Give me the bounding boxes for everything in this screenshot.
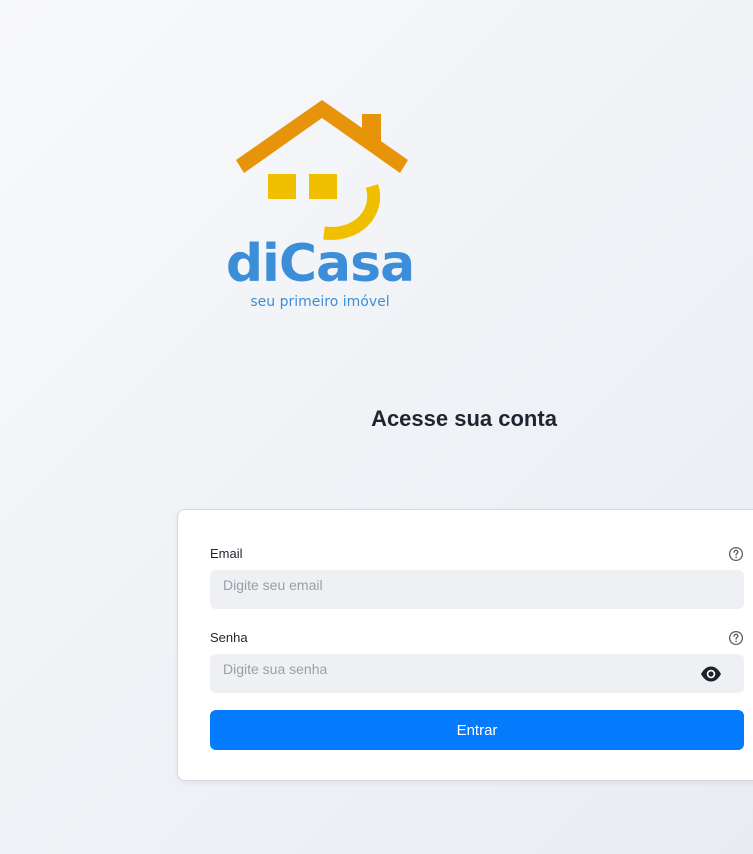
question-circle-icon [728, 546, 744, 562]
password-field[interactable] [210, 654, 744, 693]
show-password-eye-icon[interactable] [700, 665, 722, 683]
page-title: Acesse sua conta [371, 406, 557, 431]
login-form: Email Senha Entrar [177, 509, 753, 781]
email-label: Email [210, 546, 243, 561]
password-label: Senha [210, 630, 248, 645]
question-circle-icon [728, 630, 744, 646]
password-help-icon[interactable] [728, 630, 744, 646]
login-submit-button[interactable]: Entrar [210, 710, 744, 750]
brand-logo: diCasa seu primeiro imóvel [222, 96, 418, 316]
eye-icon [701, 666, 721, 682]
brand-name: diCasa [225, 234, 415, 294]
email-help-icon[interactable] [728, 546, 744, 562]
brand-tagline: seu primeiro imóvel [250, 294, 390, 310]
house-logo-icon [236, 100, 408, 240]
email-field[interactable] [210, 570, 744, 609]
